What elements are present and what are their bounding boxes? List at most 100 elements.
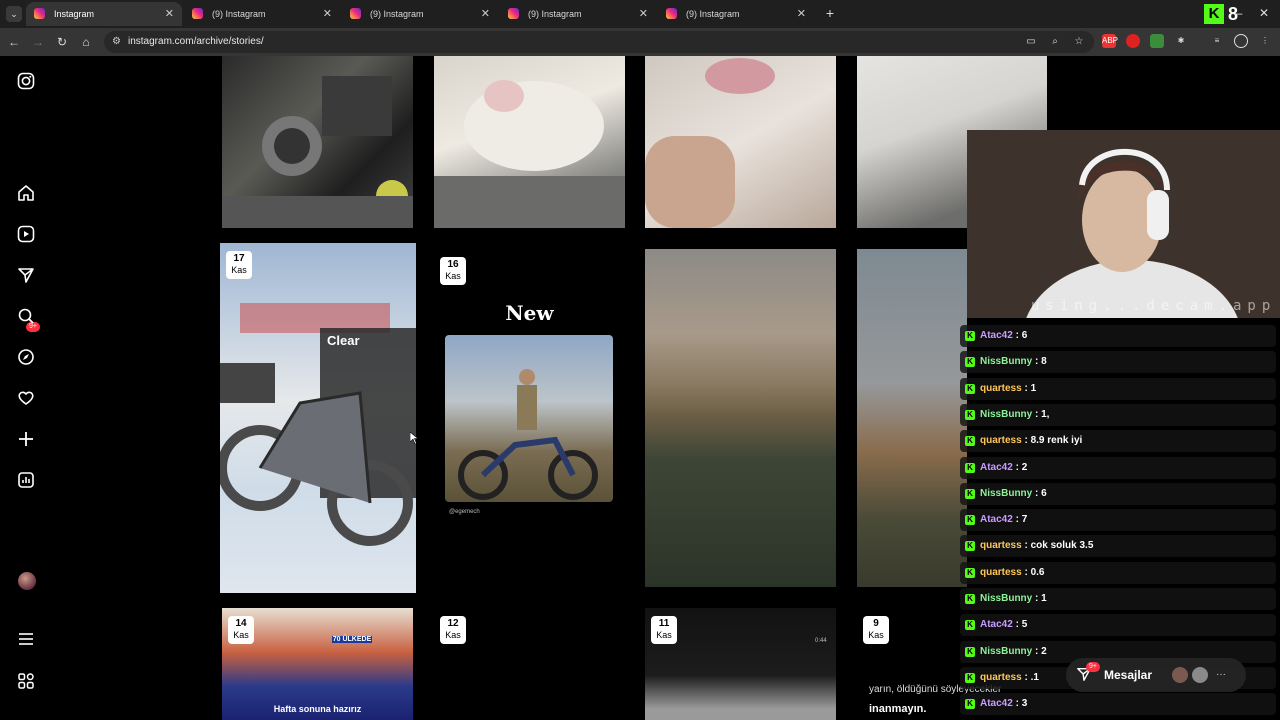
story-date-badge: 9 Kas: [863, 616, 889, 644]
instagram-logo-icon[interactable]: [14, 72, 38, 96]
dashboard-icon[interactable]: [14, 471, 38, 495]
create-plus-icon[interactable]: [14, 430, 38, 454]
chat-username[interactable]: NissBunny: [980, 488, 1032, 499]
close-window-icon[interactable]: ✕: [1257, 6, 1271, 20]
reels-icon[interactable]: [14, 225, 38, 249]
extensions-puzzle-icon[interactable]: ✱: [1174, 34, 1188, 48]
adblock-extension-icon[interactable]: ABP: [1102, 34, 1118, 48]
tab-instagram[interactable]: (9) Instagram ✕: [658, 2, 814, 26]
reading-list-icon[interactable]: ≡: [1210, 34, 1224, 48]
tab-instagram[interactable]: (9) Instagram ✕: [184, 2, 340, 26]
tab-instagram[interactable]: Instagram ✕: [26, 2, 182, 26]
story-dark[interactable]: 12 Kas: [434, 608, 625, 720]
chat-message-text: 8: [1041, 356, 1047, 368]
close-tab-icon[interactable]: ✕: [165, 2, 174, 26]
forward-icon[interactable]: →: [30, 34, 46, 50]
story-cat-closeup-thumbnail[interactable]: [645, 56, 836, 228]
chat-message: K NissBunny : 1: [960, 588, 1276, 610]
chat-username[interactable]: Atac42: [980, 619, 1013, 630]
kick-badge-icon: K: [965, 436, 975, 447]
story-event-banner[interactable]: 14 Kas 70 ÜLKEDE Hafta sonuna hazırız: [222, 608, 413, 720]
back-icon[interactable]: ←: [6, 34, 22, 50]
story-time: 0:44: [815, 638, 827, 644]
more-menu-icon[interactable]: [14, 630, 38, 654]
story-landscape-bike[interactable]: [857, 249, 967, 587]
engine-illustration: [222, 76, 413, 228]
story-new-bike[interactable]: 16 Kas New @egemech: [434, 249, 625, 587]
story-motorcycle-snow[interactable]: 17 Kas Clear: [220, 243, 416, 593]
notifications-heart-icon[interactable]: [14, 389, 38, 413]
kick-badge-icon: K: [965, 515, 975, 526]
chat-separator: :: [1012, 698, 1022, 710]
story-caption: New: [505, 301, 554, 325]
chat-username[interactable]: NissBunny: [980, 409, 1032, 420]
chat-separator: :: [1021, 382, 1031, 394]
story-night[interactable]: 11 Kas 0:44: [645, 608, 836, 720]
zoom-icon[interactable]: ⌕: [1048, 35, 1062, 49]
chat-username[interactable]: quartess: [980, 567, 1022, 578]
chat-message: Kquartess : 1: [960, 377, 1276, 400]
chat-separator: :: [1032, 356, 1042, 368]
chat-username[interactable]: NissBunny: [980, 593, 1032, 604]
tab-title: (9) Instagram: [528, 9, 582, 19]
messages-button[interactable]: 9+ Mesajlar ···: [1066, 658, 1246, 692]
close-tab-icon[interactable]: ✕: [323, 2, 332, 26]
chat-username[interactable]: quartess: [980, 435, 1022, 446]
home-icon[interactable]: [14, 184, 38, 208]
story-date-badge: 14 Kas: [228, 616, 254, 644]
install-app-icon[interactable]: ▭: [1024, 35, 1038, 49]
date-day: 16: [447, 259, 459, 270]
story-engine-thumbnail[interactable]: [222, 56, 413, 228]
bookmark-star-icon[interactable]: ☆: [1072, 35, 1086, 49]
search-icon[interactable]: [14, 307, 38, 331]
chat-username[interactable]: quartess: [980, 540, 1022, 551]
chat-username[interactable]: NissBunny: [980, 646, 1032, 657]
browser-menu-icon[interactable]: ⋮: [1258, 34, 1272, 48]
chat-username[interactable]: quartess: [980, 383, 1022, 394]
instagram-favicon-icon: [350, 8, 361, 19]
date-day: 11: [658, 618, 670, 629]
profile-icon[interactable]: [1234, 34, 1248, 48]
profile-avatar[interactable]: [18, 572, 36, 590]
chat-separator: :: [1032, 487, 1042, 499]
record-extension-icon[interactable]: [1126, 34, 1140, 48]
chat-username[interactable]: Atac42: [980, 462, 1013, 473]
more-icon: ···: [1216, 669, 1226, 680]
kick-badge-icon: K: [965, 594, 975, 604]
shield-extension-icon[interactable]: [1150, 34, 1164, 48]
explore-icon[interactable]: [14, 348, 38, 372]
minimize-icon[interactable]: –: [1232, 6, 1246, 20]
chat-message-text: 2: [1021, 461, 1028, 473]
story-landscape-valley[interactable]: [645, 249, 836, 587]
direct-messages-icon[interactable]: [14, 266, 38, 290]
tab-search-button[interactable]: ⌄: [6, 6, 22, 22]
chat-username[interactable]: Atac42: [980, 514, 1013, 525]
chat-message-text: 1,: [1041, 408, 1050, 420]
close-tab-icon[interactable]: ✕: [797, 2, 806, 26]
chat-separator: :: [1021, 566, 1031, 578]
chat-username[interactable]: Atac42: [980, 330, 1013, 341]
kick-badge-icon: K: [965, 462, 975, 473]
close-tab-icon[interactable]: ✕: [639, 2, 648, 26]
chat-message: K Atac42 : 6: [960, 325, 1276, 347]
site-info-icon[interactable]: ⚙: [112, 36, 124, 48]
chat-username[interactable]: quartess: [980, 672, 1022, 683]
tab-instagram[interactable]: (9) Instagram ✕: [500, 2, 656, 26]
chat-message-text: 8.9 renk iyi: [1030, 435, 1083, 447]
chat-separator: :: [1012, 461, 1022, 473]
close-tab-icon[interactable]: ✕: [481, 2, 490, 26]
kick-badge-icon: K: [965, 567, 975, 578]
new-tab-button[interactable]: +: [822, 4, 838, 22]
chat-message: K Atac42 : 2: [960, 456, 1276, 479]
story-cat-thumbnail[interactable]: [434, 56, 625, 228]
also-from-meta-icon[interactable]: [14, 672, 38, 696]
tab-instagram[interactable]: (9) Instagram ✕: [342, 2, 498, 26]
chat-message: K NissBunny : 8: [960, 351, 1276, 374]
reload-icon[interactable]: ↻: [54, 34, 70, 50]
home-icon[interactable]: ⌂: [78, 34, 94, 50]
chat-username[interactable]: Atac42: [980, 698, 1013, 709]
address-bar[interactable]: ⚙ instagram.com/archive/stories/ ▭ ⌕ ☆: [104, 31, 1094, 53]
chat-username[interactable]: NissBunny: [980, 356, 1032, 367]
instagram-favicon-icon: [192, 8, 203, 19]
cat-illustration: [434, 80, 625, 228]
